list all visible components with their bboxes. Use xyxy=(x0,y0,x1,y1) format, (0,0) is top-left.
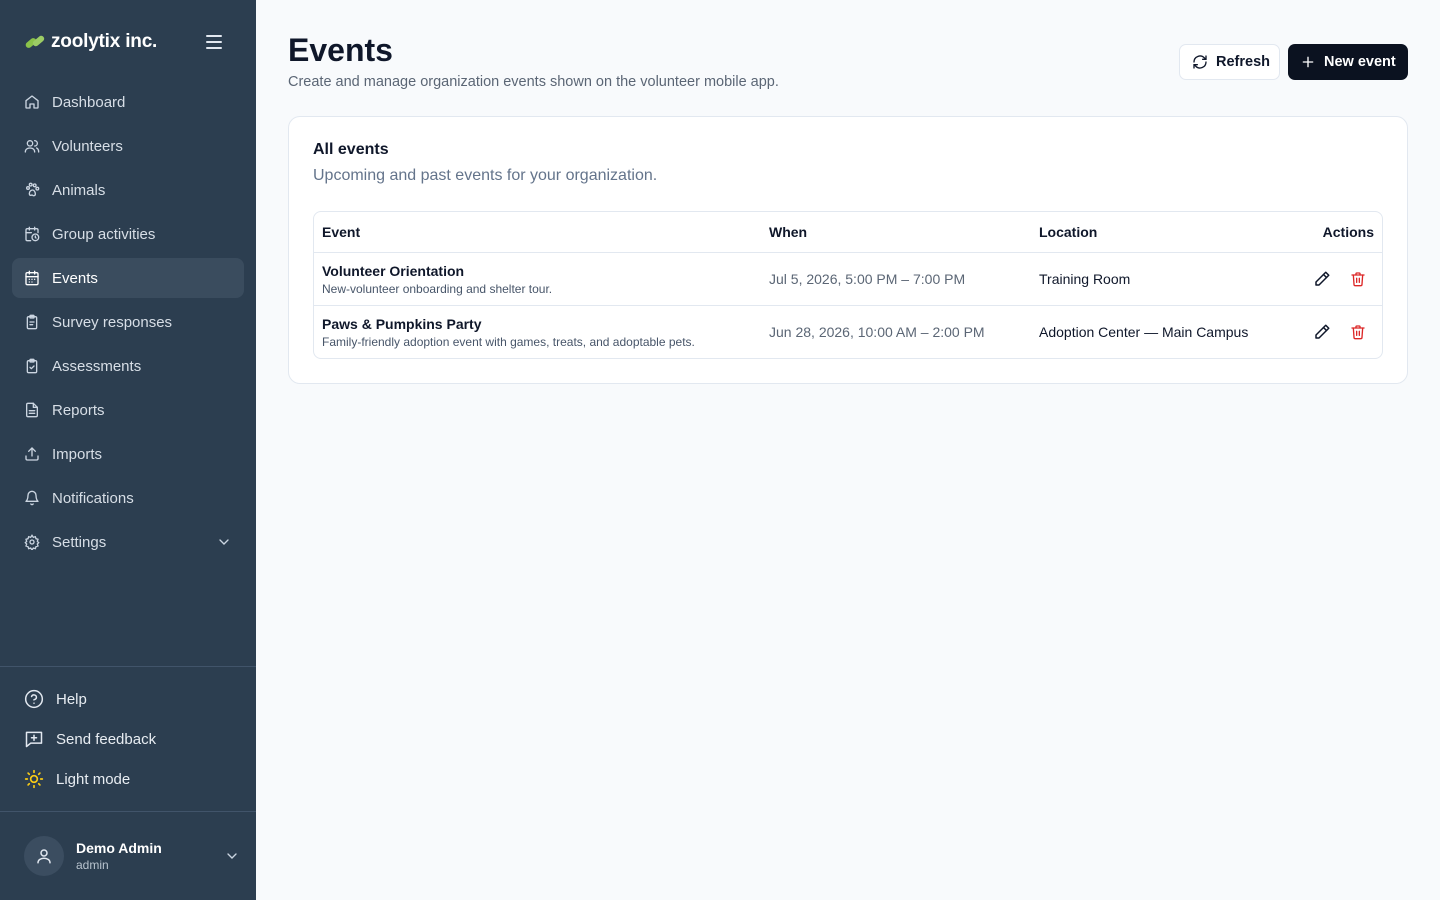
edit-event-button[interactable] xyxy=(1310,267,1334,291)
hamburger-icon xyxy=(206,35,222,49)
events-card: All events Upcoming and past events for … xyxy=(288,116,1408,384)
help-circle-icon xyxy=(24,689,44,709)
sidebar-item-volunteers[interactable]: Volunteers xyxy=(12,126,244,166)
chevron-down-icon xyxy=(219,539,229,545)
sidebar-item-events[interactable]: Events xyxy=(12,258,244,298)
upload-icon xyxy=(25,447,39,461)
clipboard-check-icon xyxy=(26,358,38,374)
user-role: admin xyxy=(76,858,109,872)
event-when: Jun 28, 2026, 10:00 AM – 2:00 PM xyxy=(769,324,985,340)
avatar xyxy=(24,836,64,876)
theme-label: Light mode xyxy=(56,770,131,788)
clipboard-icon xyxy=(26,314,38,330)
sidebar-item-label: Reports xyxy=(52,401,105,419)
sidebar-item-label: Events xyxy=(52,269,98,287)
event-when: Jul 5, 2026, 5:00 PM – 7:00 PM xyxy=(769,271,966,287)
new-event-label: New event xyxy=(1324,54,1396,70)
refresh-icon xyxy=(1193,55,1207,69)
table-row[interactable]: Volunteer Orientation New-volunteer onbo… xyxy=(314,253,1382,306)
trash-icon xyxy=(1351,272,1365,287)
table-header-row: Event When Location Actions xyxy=(314,212,1382,253)
zoolytix-logo-icon xyxy=(25,35,45,48)
calendar-clock-icon xyxy=(25,226,40,242)
sidebar-item-label: Volunteers xyxy=(52,137,123,155)
sidebar-item-animals[interactable]: Animals xyxy=(12,170,244,210)
event-description: New-volunteer onboarding and shelter tou… xyxy=(322,282,553,296)
sidebar: zoolytix inc. Dashboard Volunteers Anima… xyxy=(0,0,256,900)
help-link[interactable]: Help xyxy=(24,687,244,711)
card-title: All events xyxy=(313,141,389,158)
menu-toggle-button[interactable] xyxy=(202,30,226,54)
bell-icon xyxy=(25,490,39,506)
home-icon xyxy=(25,95,39,109)
chevron-down-icon xyxy=(227,853,237,859)
sidebar-item-label: Dashboard xyxy=(52,93,126,111)
edit-event-button[interactable] xyxy=(1310,320,1334,344)
sidebar-divider xyxy=(0,666,256,667)
sun-icon xyxy=(24,769,44,789)
sidebar-item-label: Settings xyxy=(52,533,107,551)
sidebar-item-label: Assessments xyxy=(52,357,142,375)
page-subtitle: Create and manage organization events sh… xyxy=(288,74,779,90)
sidebar-nav: Dashboard Volunteers Animals Group activ… xyxy=(12,82,244,566)
new-event-button[interactable]: New event xyxy=(1288,44,1408,80)
refresh-button[interactable]: Refresh xyxy=(1179,44,1280,80)
page-title: Events xyxy=(288,32,393,68)
column-header-when: When xyxy=(769,224,808,240)
sidebar-item-label: Imports xyxy=(52,445,103,463)
sidebar-item-group-activities[interactable]: Group activities xyxy=(12,214,244,254)
sidebar-divider xyxy=(0,811,256,812)
sidebar-item-assessments[interactable]: Assessments xyxy=(12,346,244,386)
column-header-actions: Actions xyxy=(1322,224,1374,240)
send-feedback-link[interactable]: Send feedback xyxy=(24,727,244,751)
sidebar-item-notifications[interactable]: Notifications xyxy=(12,478,244,518)
pencil-icon xyxy=(1315,324,1330,339)
refresh-label: Refresh xyxy=(1216,54,1270,70)
user-menu[interactable]: Demo Admin admin xyxy=(24,836,240,876)
trash-icon xyxy=(1351,325,1365,340)
user-name: Demo Admin xyxy=(76,840,162,856)
help-label: Help xyxy=(56,690,87,708)
message-plus-icon xyxy=(25,731,43,748)
event-location: Training Room xyxy=(1039,271,1131,287)
brand[interactable]: zoolytix inc. xyxy=(24,28,157,56)
paw-icon xyxy=(26,182,40,197)
sidebar-item-survey-responses[interactable]: Survey responses xyxy=(12,302,244,342)
event-name: Paws & Pumpkins Party xyxy=(322,316,482,332)
users-icon xyxy=(24,140,40,153)
event-name: Volunteer Orientation xyxy=(322,263,465,279)
sidebar-item-imports[interactable]: Imports xyxy=(12,434,244,474)
events-table: Event When Location Actions Volunteer Or… xyxy=(313,211,1383,359)
user-icon xyxy=(37,849,51,864)
gear-icon xyxy=(24,534,40,550)
sidebar-item-settings[interactable]: Settings xyxy=(12,522,244,562)
sidebar-item-label: Animals xyxy=(52,181,106,199)
column-header-event: Event xyxy=(322,224,361,240)
pencil-icon xyxy=(1315,271,1330,286)
delete-event-button[interactable] xyxy=(1346,320,1370,344)
brand-name: zoolytix inc. xyxy=(51,31,158,52)
calendar-icon xyxy=(25,270,39,286)
column-header-location: Location xyxy=(1039,224,1098,240)
theme-toggle[interactable]: Light mode xyxy=(24,767,244,791)
event-location: Adoption Center — Main Campus xyxy=(1039,324,1249,340)
delete-event-button[interactable] xyxy=(1346,267,1370,291)
sidebar-item-label: Survey responses xyxy=(52,313,173,331)
sidebar-item-label: Notifications xyxy=(52,489,134,507)
table-row[interactable]: Paws & Pumpkins Party Family-friendly ad… xyxy=(314,306,1382,358)
sidebar-item-dashboard[interactable]: Dashboard xyxy=(12,82,244,122)
user-info: Demo Admin admin xyxy=(76,839,162,873)
card-subtitle: Upcoming and past events for your organi… xyxy=(313,167,658,184)
send-feedback-label: Send feedback xyxy=(56,730,157,748)
event-description: Family-friendly adoption event with game… xyxy=(322,335,695,349)
file-text-icon xyxy=(26,402,38,418)
sidebar-item-label: Group activities xyxy=(52,225,156,243)
sidebar-item-reports[interactable]: Reports xyxy=(12,390,244,430)
plus-icon xyxy=(1302,56,1314,68)
